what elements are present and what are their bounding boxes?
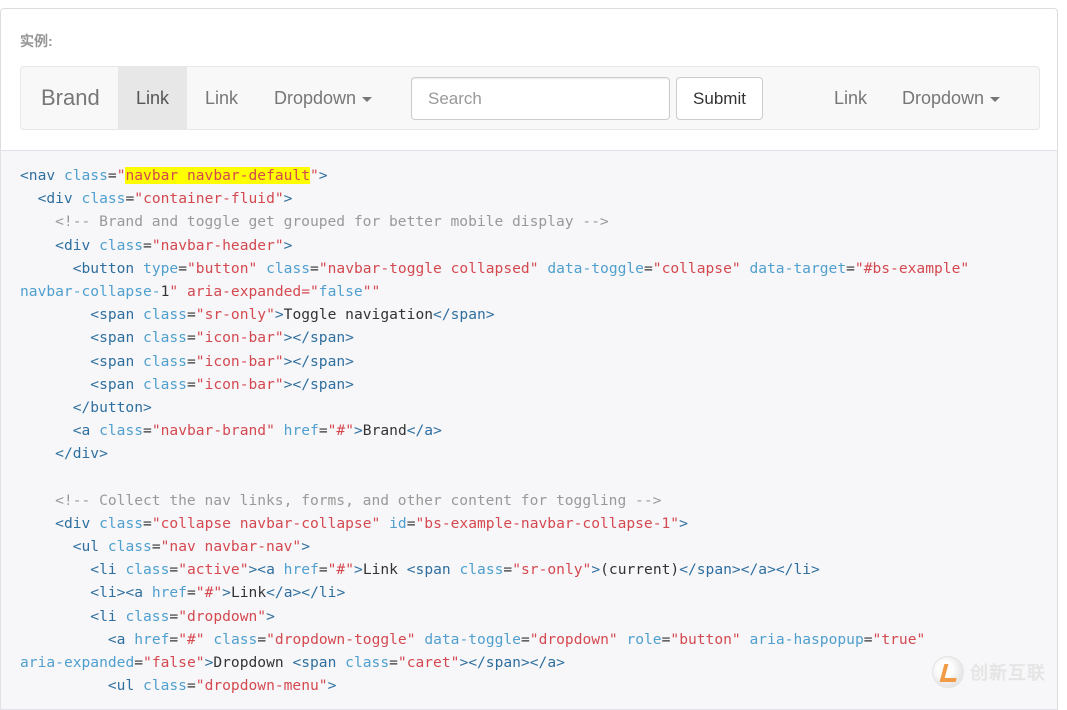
code-line: </div> <box>55 445 108 463</box>
code-line: <div class="navbar-header"> <box>55 236 293 254</box>
code-line: aria-expanded="false">Dropdown <span cla… <box>20 653 565 671</box>
code-listing: <nav class="navbar navbar-default"> <div… <box>20 164 969 697</box>
code-line: <span class="icon-bar"></span> <box>90 329 354 347</box>
code-line: <nav class="navbar navbar-default"> <box>20 167 328 184</box>
code-line: navbar-collapse-1" aria-expanded="false"… <box>20 282 381 300</box>
watermark-text: 创新互联 <box>970 663 1046 684</box>
watermark-logo-icon <box>932 656 964 688</box>
caret-down-icon <box>362 96 373 102</box>
navbar-brand[interactable]: Brand <box>41 67 100 129</box>
code-line: <div class="collapse navbar-collapse" id… <box>55 514 688 532</box>
caret-down-icon <box>990 96 1001 102</box>
code-line: <!-- Brand and toggle get grouped for be… <box>20 213 609 231</box>
code-line: <a href="#" class="dropdown-toggle" data… <box>107 630 926 648</box>
nav-dropdown[interactable]: Dropdown <box>274 67 373 129</box>
code-line: <ul class="nav navbar-nav"> <box>72 538 311 555</box>
code-line: <button type="button" class="navbar-togg… <box>72 259 970 277</box>
code-block: <nav class="navbar navbar-default"> <div… <box>0 150 1058 710</box>
navbar: Brand Link Link Dropdown Submit Link Dro… <box>20 66 1040 130</box>
example-box: 实例: Brand Link Link Dropdown Submit Link… <box>0 8 1058 150</box>
code-line: <div class="container-fluid"> <box>37 190 293 208</box>
nav-dropdown-right[interactable]: Dropdown <box>902 67 1001 129</box>
code-line: <ul class="dropdown-menu"> <box>107 677 337 695</box>
code-line: <span class="sr-only">Toggle navigation<… <box>90 306 495 324</box>
code-line: <li><a href="#">Link</a></li> <box>90 584 346 602</box>
nav-link-right[interactable]: Link <box>834 67 867 129</box>
submit-button[interactable]: Submit <box>676 77 763 120</box>
code-line: </button> <box>72 398 152 416</box>
code-line: <a class="navbar-brand" href="#">Brand</… <box>72 422 442 440</box>
nav-link[interactable]: Link <box>205 67 238 129</box>
nav-dropdown-right-label: Dropdown <box>902 88 985 108</box>
code-line: <span class="icon-bar"></span> <box>90 352 354 370</box>
nav-link-active[interactable]: Link <box>118 67 187 129</box>
example-label: 实例: <box>20 33 53 49</box>
search-input[interactable] <box>411 77 670 120</box>
code-line: <!-- Collect the nav links, forms, and o… <box>20 491 662 509</box>
code-line: <span class="icon-bar"></span> <box>90 375 354 393</box>
nav-dropdown-label: Dropdown <box>274 88 357 108</box>
watermark: 创新互联 <box>932 655 1062 689</box>
code-line: <li class="dropdown"> <box>90 607 275 625</box>
code-line: <li class="active"><a href="#">Link <spa… <box>90 561 820 579</box>
